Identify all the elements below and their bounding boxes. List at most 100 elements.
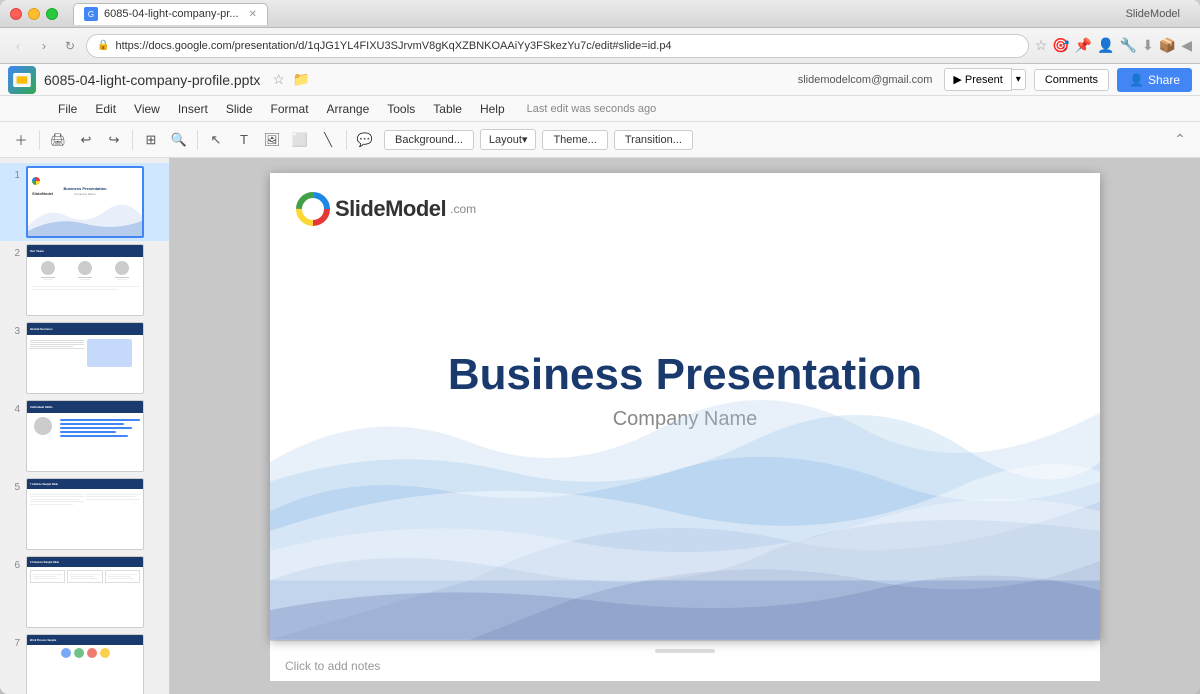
slide-preview-6: 3 Columns Sample Slide bbox=[26, 556, 144, 628]
forward-button[interactable]: › bbox=[34, 36, 54, 56]
menu-tools[interactable]: Tools bbox=[379, 99, 423, 119]
browser-branding: SlideModel bbox=[1126, 8, 1190, 20]
slidemodel-logo: SlideModel .com bbox=[295, 191, 476, 227]
last-edit-status: Last edit was seconds ago bbox=[527, 103, 657, 115]
address-bar: ‹ › ↻ 🔒 https://docs.google.com/presenta… bbox=[0, 28, 1200, 64]
main-content: 1 SlideModel Business Presentation Compa… bbox=[0, 158, 1200, 694]
canvas-area: SlideModel.com Business Presentation Com… bbox=[170, 158, 1200, 694]
tab-close-icon[interactable]: ✕ bbox=[249, 9, 257, 20]
extension-icon-4[interactable]: 🔧 bbox=[1120, 37, 1137, 54]
present-dropdown-button[interactable]: ▾ bbox=[1012, 69, 1026, 90]
extension-icon-6[interactable]: 📦 bbox=[1159, 37, 1176, 54]
menu-bar: File Edit View Insert Slide Format Arran… bbox=[0, 96, 1200, 122]
star-icon[interactable]: ☆ bbox=[1035, 37, 1048, 54]
image-button[interactable]: 🖼 bbox=[259, 127, 285, 153]
slide-thumb-5[interactable]: 5 7 Lifetime Sample Slide bbox=[0, 475, 169, 553]
toolbar-separator-4 bbox=[346, 130, 347, 150]
slide-number-6: 6 bbox=[6, 556, 20, 571]
drag-handle[interactable] bbox=[655, 649, 715, 653]
slide-preview-2: Our Team bbox=[26, 244, 144, 316]
menu-insert[interactable]: Insert bbox=[170, 99, 216, 119]
undo-button[interactable]: ↩ bbox=[73, 127, 99, 153]
slide-3-mini: Global Services bbox=[27, 323, 143, 393]
theme-button[interactable]: Theme... bbox=[542, 130, 607, 150]
menu-file[interactable]: File bbox=[50, 99, 85, 119]
menu-edit[interactable]: Edit bbox=[87, 99, 124, 119]
reload-button[interactable]: ↻ bbox=[60, 36, 80, 56]
zoom-fit-button[interactable]: ⊞ bbox=[138, 127, 164, 153]
slide-number-3: 3 bbox=[6, 322, 20, 337]
line-button[interactable]: ╲ bbox=[315, 127, 341, 153]
logo-suffix: .com bbox=[450, 202, 476, 216]
url-bar[interactable]: 🔒 https://docs.google.com/presentation/d… bbox=[86, 34, 1029, 58]
toolbar-separator-3 bbox=[197, 130, 198, 150]
slide-preview-4: Individual Skills bbox=[26, 400, 144, 472]
browser-tab[interactable]: G 6085-04-light-company-pr... ✕ bbox=[73, 3, 268, 25]
shape-button[interactable]: ⬜ bbox=[287, 127, 313, 153]
star-icon[interactable]: ☆ bbox=[272, 71, 285, 88]
maximize-button[interactable] bbox=[46, 8, 58, 20]
notes-placeholder: Click to add notes bbox=[285, 659, 380, 673]
menu-table[interactable]: Table bbox=[425, 99, 470, 119]
bookmark-icons: ☆ 🎯 📌 👤 🔧 ⬇ 📦 ◀ bbox=[1035, 37, 1192, 54]
add-button[interactable]: ＋ bbox=[8, 127, 34, 153]
text-button[interactable]: T bbox=[231, 127, 257, 153]
comment-button[interactable]: 💬 bbox=[352, 127, 378, 153]
zoom-button[interactable]: 🔍 bbox=[166, 127, 192, 153]
extension-icon-5[interactable]: ⬇ bbox=[1142, 37, 1154, 54]
collapse-toolbar-button[interactable]: ⌃ bbox=[1168, 128, 1192, 152]
slide-thumb-6[interactable]: 6 3 Columns Sample Slide bbox=[0, 553, 169, 631]
slide-content: SlideModel.com Business Presentation Com… bbox=[270, 173, 1100, 640]
menu-slide[interactable]: Slide bbox=[218, 99, 261, 119]
slide-thumb-4[interactable]: 4 Individual Skills bbox=[0, 397, 169, 475]
lock-icon: 🔒 bbox=[97, 40, 109, 51]
slide-1-mini: SlideModel Business Presentation Company… bbox=[28, 168, 142, 236]
slides-icon bbox=[13, 71, 31, 89]
logo-graphic bbox=[295, 191, 331, 227]
menu-arrange[interactable]: Arrange bbox=[319, 99, 378, 119]
traffic-lights bbox=[10, 8, 58, 20]
slide-7-mini: Work Process Sample bbox=[27, 635, 143, 694]
slide-thumb-7[interactable]: 7 Work Process Sample bbox=[0, 631, 169, 694]
share-button[interactable]: 👤 Share bbox=[1117, 68, 1192, 92]
close-button[interactable] bbox=[10, 8, 22, 20]
background-button[interactable]: Background... bbox=[384, 130, 474, 150]
redo-button[interactable]: ↪ bbox=[101, 127, 127, 153]
present-main-button[interactable]: ▶ Present bbox=[944, 68, 1011, 91]
slide-preview-7: Work Process Sample bbox=[26, 634, 144, 694]
tab-title: 6085-04-light-company-pr... bbox=[104, 8, 239, 20]
extension-icon-2[interactable]: 📌 bbox=[1075, 37, 1092, 54]
slide-preview-3: Global Services bbox=[26, 322, 144, 394]
transition-button[interactable]: Transition... bbox=[614, 130, 693, 150]
slide-canvas[interactable]: SlideModel.com Business Presentation Com… bbox=[270, 173, 1100, 640]
select-button[interactable]: ↖ bbox=[203, 127, 229, 153]
doc-title: 6085-04-light-company-profile.pptx bbox=[44, 72, 260, 88]
layout-button[interactable]: Layout▾ bbox=[480, 129, 537, 150]
mini-title: Business Presentation Company Name bbox=[28, 186, 142, 196]
slide-logo-area: SlideModel .com bbox=[295, 191, 476, 227]
wave-svg bbox=[270, 383, 1100, 640]
toolbar-separator-2 bbox=[132, 130, 133, 150]
menu-help[interactable]: Help bbox=[472, 99, 513, 119]
extension-icon-7[interactable]: ◀ bbox=[1181, 37, 1192, 54]
slide-thumb-1[interactable]: 1 SlideModel Business Presentation Compa… bbox=[0, 163, 169, 241]
extension-icon-1[interactable]: 🎯 bbox=[1052, 37, 1069, 54]
logo-text: SlideModel bbox=[335, 196, 446, 222]
menu-format[interactable]: Format bbox=[263, 99, 317, 119]
folder-icon[interactable]: 📁 bbox=[293, 71, 310, 88]
slide-number-1: 1 bbox=[6, 166, 20, 181]
slide-number-4: 4 bbox=[6, 400, 20, 415]
minimize-button[interactable] bbox=[28, 8, 40, 20]
extension-icon-3[interactable]: 👤 bbox=[1097, 37, 1114, 54]
slide-thumb-3[interactable]: 3 Global Services bbox=[0, 319, 169, 397]
slide-thumb-2[interactable]: 2 Our Team bbox=[0, 241, 169, 319]
share-icon: 👤 bbox=[1129, 73, 1144, 87]
notes-area[interactable]: Click to add notes bbox=[270, 640, 1100, 681]
app-logo bbox=[8, 66, 36, 94]
url-text: https://docs.google.com/presentation/d/1… bbox=[115, 40, 1017, 52]
menu-view[interactable]: View bbox=[126, 99, 168, 119]
back-button[interactable]: ‹ bbox=[8, 36, 28, 56]
toolbar: ＋ 🖨 ↩ ↪ ⊞ 🔍 ↖ T 🖼 ⬜ ╲ 💬 Background... La… bbox=[0, 122, 1200, 158]
print-button[interactable]: 🖨 bbox=[45, 127, 71, 153]
comments-button[interactable]: Comments bbox=[1034, 69, 1109, 91]
